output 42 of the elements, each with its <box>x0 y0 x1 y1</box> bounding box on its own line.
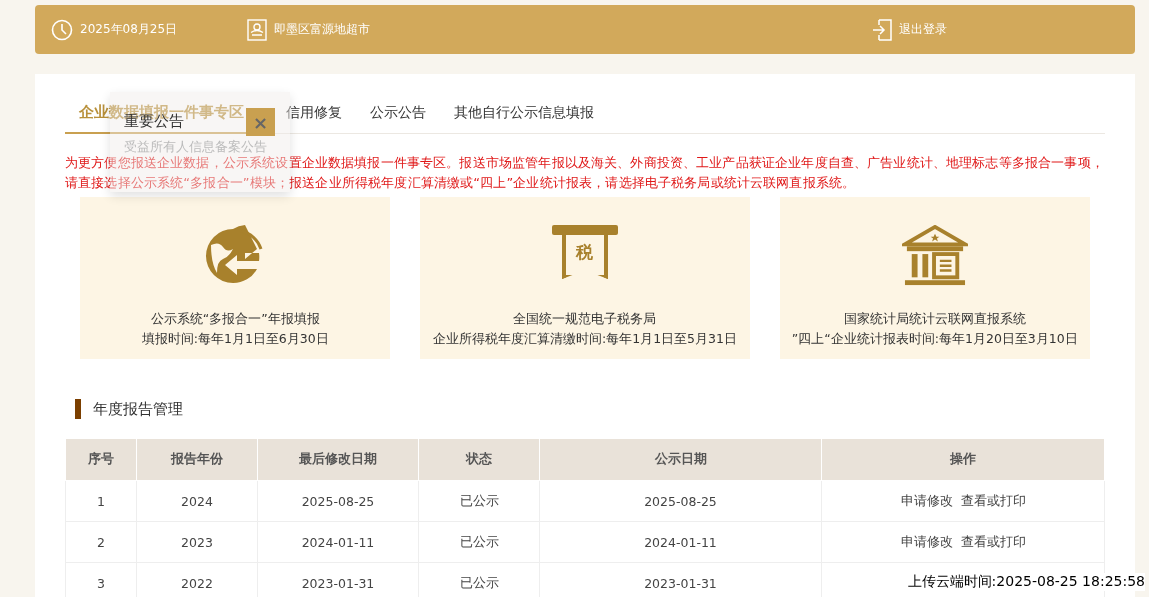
column-header: 报告年份 <box>136 438 258 481</box>
store-name: 即墨区富源地超市 <box>274 21 371 38</box>
table-cell: 2024-01-11 <box>257 521 419 563</box>
logout-icon[interactable] <box>872 18 892 41</box>
column-header: 公示日期 <box>539 438 822 481</box>
badge-icon <box>247 18 268 41</box>
card-title: 全国统一规范电子税务局 <box>513 310 657 328</box>
building-icon <box>901 225 968 287</box>
service-card[interactable]: 税 全国统一规范电子税务局 企业所得税年度汇算清缴时间:每年1月1日至5月31日 <box>420 197 750 359</box>
action-link[interactable]: 查看或打印 <box>960 533 1026 549</box>
table-cell: 2025-08-25 <box>539 480 822 522</box>
card-subtitle: 企业所得税年度汇算清缴时间:每年1月1日至5月31日 <box>433 330 737 348</box>
table-cell: 2024 <box>136 480 258 522</box>
table-cell: 2025-08-25 <box>257 480 419 522</box>
table-cell: 已公示 <box>418 521 540 563</box>
service-card[interactable]: 公示系统“多报合一”年报填报 填报时间:每年1月1日至6月30日 <box>80 197 391 359</box>
upload-time-toast: 上传云端时间:2025-08-25 18:25:58 <box>907 573 1145 591</box>
column-header: 状态 <box>418 438 540 481</box>
tab[interactable]: 其他自行公示信息填报 <box>440 104 608 134</box>
card-title: 公示系统“多报合一”年报填报 <box>150 310 320 328</box>
column-header: 操作 <box>821 438 1105 481</box>
card-title: 国家统计局统计云联网直报系统 <box>843 310 1026 328</box>
table-cell: 2 <box>65 521 137 563</box>
card-subtitle: 填报时间:每年1月1日至6月30日 <box>141 330 329 348</box>
tab[interactable]: 公示公告 <box>356 104 440 134</box>
action-link[interactable]: 申请修改 <box>900 533 953 549</box>
clock-icon <box>51 18 73 41</box>
table-cell: 已公示 <box>418 480 540 522</box>
action-link[interactable]: 查看或打印 <box>960 492 1026 508</box>
card-subtitle: ”四上“企业统计报表时间:每年1月20日至3月10日 <box>791 330 1078 348</box>
action-link[interactable]: 申请修改 <box>900 492 953 508</box>
service-card[interactable]: 国家统计局统计云联网直报系统 ”四上“企业统计报表时间:每年1月20日至3月10日 <box>779 197 1090 359</box>
column-header: 序号 <box>65 438 137 481</box>
notice-text: 为更方便您报送企业数据，公示系统设置企业数据填报一件事专区。报送市场监管年报以及海关、外商投资、工业产品获证企业年度自查、广告业统计、地理标志等多报合一事项，请直接选择公示系统“多报合一”模块；报送企业所得税年度汇算清缴或“四上”企业统计报表，请选择电子税务局或统计云联网直报系统。 <box>65 154 1105 192</box>
table-cell: 2024-01-11 <box>539 521 822 563</box>
current-date: 2025年08月25日 <box>80 21 178 38</box>
table-cell: 1 <box>65 480 137 522</box>
table-cell: 2023 <box>136 521 258 563</box>
tab[interactable]: 信用修复 <box>272 104 356 134</box>
column-header: 最后修改日期 <box>257 438 419 481</box>
section-title: 年度报告管理 <box>75 399 1105 419</box>
table-cell: 3 <box>65 562 137 597</box>
